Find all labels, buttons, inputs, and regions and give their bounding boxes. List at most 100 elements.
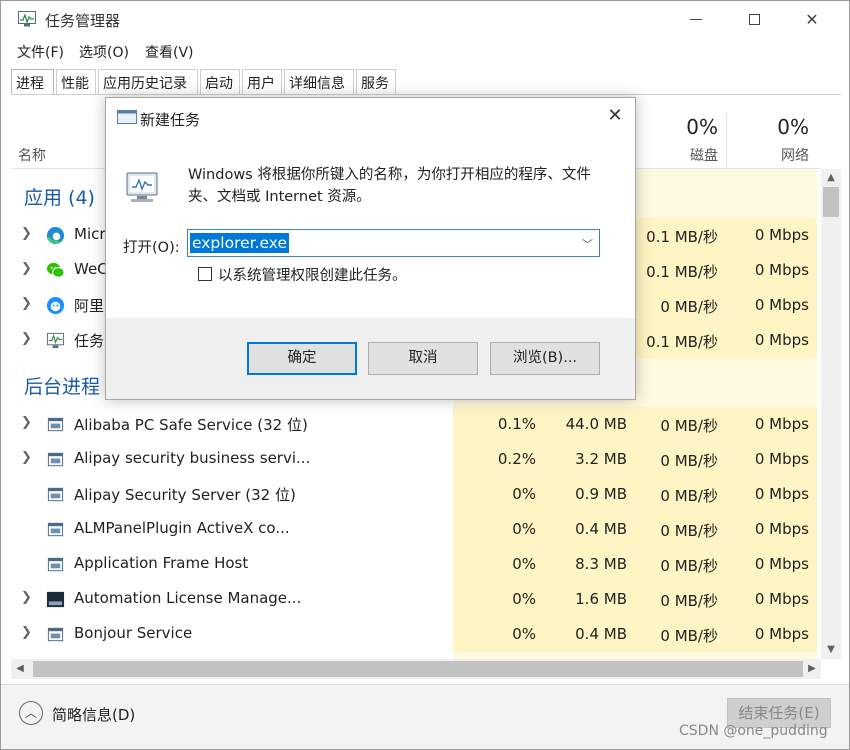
process-name: Alibaba PC Safe Service (32 位) [74, 416, 308, 434]
memory-value: 44.0 MB [544, 407, 635, 442]
process-name: 任务 [74, 332, 105, 350]
network-value: 0 Mbps [726, 218, 817, 253]
network-value: 0 Mbps [726, 288, 817, 323]
network-value: 0 Mbps [726, 547, 817, 582]
horizontal-scroll-thumb[interactable] [33, 661, 803, 677]
cpu-value: 0% [453, 477, 544, 512]
table-row[interactable]: Alipay Security Server (32 位) 0% 0.9 MB … [11, 477, 821, 512]
tab-details[interactable]: 详细信息 [284, 69, 354, 95]
cancel-button[interactable]: 取消 [368, 342, 478, 375]
column-header-network[interactable]: 0% 网络 [726, 113, 817, 168]
wechat-icon [46, 262, 65, 278]
footer-bar: ︿ 简略信息(D) 结束任务(E) [1, 684, 849, 749]
create-new-task-dialog: 新建任务 ✕ Windows 将根据你所键入的名称，为你打开相应的程序、文件夹、… [105, 97, 636, 400]
minimize-button[interactable] [673, 1, 719, 37]
group-background-heading: 后台进程 [24, 376, 101, 398]
disk-value: 0 MB/秒 [635, 617, 726, 652]
dialog-button-bar: 确定 取消 浏览(B)... [106, 318, 635, 399]
menu-view[interactable]: 查看(V) [145, 42, 194, 62]
table-row[interactable]: ❯ Alipay security business servi... 0.2%… [11, 442, 821, 477]
menu-options[interactable]: 选项(O) [79, 42, 129, 62]
cpu-value: 0% [453, 547, 544, 582]
license-icon [46, 591, 65, 608]
scroll-left-arrow-icon[interactable]: ◀ [11, 659, 29, 679]
chevron-right-icon[interactable]: ❯ [21, 331, 32, 346]
service-icon [47, 557, 64, 572]
tab-services[interactable]: 服务 [356, 69, 396, 95]
scroll-down-arrow-icon[interactable]: ▼ [821, 641, 841, 659]
cpu-value: 0% [453, 512, 544, 547]
chevron-down-icon[interactable]: ﹀ [582, 236, 593, 252]
disk-value: 0 MB/秒 [635, 547, 726, 582]
horizontal-scrollbar[interactable]: ◀ ▶ [11, 659, 821, 679]
menu-bar: 文件(F) 选项(O) 查看(V) [1, 39, 849, 63]
service-icon [47, 627, 64, 642]
cpu-value: 0% [453, 582, 544, 617]
run-icon [117, 110, 137, 124]
column-header-name[interactable]: 名称 [18, 145, 46, 165]
process-name: WeC [74, 260, 108, 278]
process-name: Alipay security business servi... [74, 449, 311, 467]
tab-users[interactable]: 用户 [242, 69, 282, 95]
browse-button[interactable]: 浏览(B)... [490, 342, 600, 375]
network-total-percent: 0% [777, 115, 809, 139]
chevron-right-icon[interactable]: ❯ [21, 450, 32, 465]
column-header-disk[interactable]: 0% 磁盘 [635, 113, 726, 168]
service-icon [47, 417, 64, 432]
aliwangwang-icon [46, 296, 65, 315]
network-value: 0 Mbps [726, 442, 817, 477]
chevron-right-icon[interactable]: ❯ [21, 590, 32, 605]
chevron-right-icon[interactable]: ❯ [21, 415, 32, 430]
process-name: Micr [74, 225, 106, 243]
vertical-scroll-thumb[interactable] [823, 187, 839, 217]
process-name: Application Frame Host [74, 554, 249, 572]
table-row[interactable]: ❯ Bonjour Service 0% 0.4 MB 0 MB/秒 0 Mbp… [11, 617, 821, 652]
cpu-value: 0.2% [453, 442, 544, 477]
tab-processes[interactable]: 进程 [11, 69, 54, 95]
scroll-up-arrow-icon[interactable]: ▲ [821, 169, 841, 187]
memory-value: 8.3 MB [544, 547, 635, 582]
tab-performance[interactable]: 性能 [56, 69, 96, 95]
process-name: Automation License Manage... [74, 589, 302, 607]
dialog-close-icon[interactable]: ✕ [603, 105, 627, 129]
process-name: ALMPanelPlugin ActiveX co... [74, 519, 290, 537]
memory-value: 0.9 MB [544, 477, 635, 512]
minimize-icon [690, 18, 702, 20]
maximize-button[interactable] [731, 1, 777, 37]
disk-value: 0 MB/秒 [635, 477, 726, 512]
tab-app-history[interactable]: 应用历史记录 [98, 69, 198, 95]
network-value: 0 Mbps [726, 477, 817, 512]
service-icon [47, 487, 64, 502]
open-command-value[interactable]: explorer.exe [190, 233, 290, 253]
task-manager-icon [46, 332, 65, 349]
table-row[interactable]: Application Frame Host 0% 8.3 MB 0 MB/秒 … [11, 547, 821, 582]
disk-value: 0 MB/秒 [635, 582, 726, 617]
vertical-scrollbar[interactable]: ▲ ▼ [821, 169, 841, 659]
open-command-input[interactable]: explorer.exe ﹀ [187, 229, 600, 257]
scroll-right-arrow-icon[interactable]: ▶ [803, 659, 821, 679]
chevron-right-icon[interactable]: ❯ [21, 625, 32, 640]
menu-file[interactable]: 文件(F) [17, 42, 64, 62]
tab-startup[interactable]: 启动 [200, 69, 240, 95]
cpu-value: 0.1% [453, 407, 544, 442]
admin-privileges-label[interactable]: 以系统管理权限创建此任务。 [218, 264, 407, 285]
dialog-description: Windows 将根据你所键入的名称，为你打开相应的程序、文件夹、文档或 Int… [188, 167, 591, 205]
process-name: Alipay Security Server (32 位) [74, 486, 296, 504]
close-button[interactable]: ✕ [789, 1, 835, 37]
disk-value: 0.1 MB/秒 [635, 253, 726, 288]
memory-value: 0.4 MB [544, 512, 635, 547]
window-title: 任务管理器 [45, 12, 121, 30]
table-row[interactable]: ❯ Automation License Manage... 0% 1.6 MB… [11, 582, 821, 617]
group-apps-heading: 应用 (4) [24, 187, 95, 209]
memory-value: 0.4 MB [544, 617, 635, 652]
chevron-right-icon[interactable]: ❯ [21, 296, 32, 311]
table-row[interactable]: ALMPanelPlugin ActiveX co... 0% 0.4 MB 0… [11, 512, 821, 547]
fewer-details-link[interactable]: 简略信息(D) [52, 704, 135, 725]
table-row[interactable]: ❯ Alibaba PC Safe Service (32 位) 0.1% 44… [11, 407, 821, 442]
title-bar[interactable]: 任务管理器 ✕ [1, 1, 849, 37]
chevron-up-icon[interactable]: ︿ [19, 701, 43, 725]
chevron-right-icon[interactable]: ❯ [21, 226, 32, 241]
ok-button[interactable]: 确定 [247, 342, 357, 375]
admin-privileges-checkbox[interactable] [198, 267, 212, 281]
chevron-right-icon[interactable]: ❯ [21, 261, 32, 276]
